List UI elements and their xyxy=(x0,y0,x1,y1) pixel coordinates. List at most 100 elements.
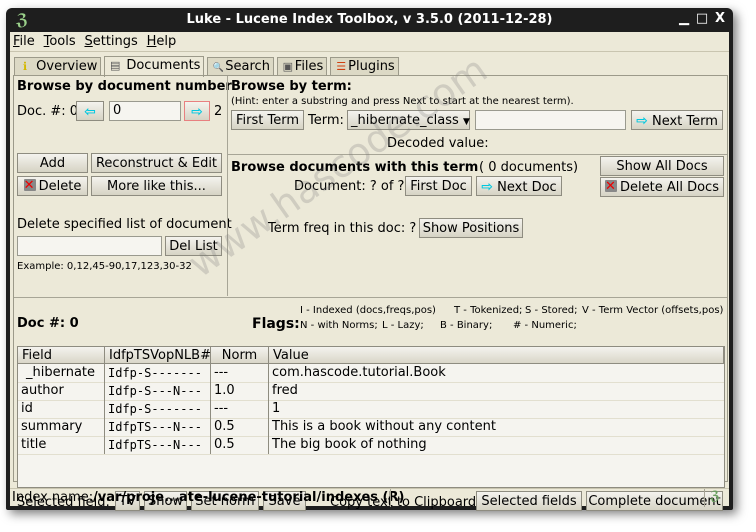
menu-help-label: elp xyxy=(156,34,177,49)
title-bar[interactable]: ℨ Luke - Lucene Index Toolbox, v 3.5.0 (… xyxy=(6,8,733,32)
field-value: The big book of nothing xyxy=(272,437,427,452)
term-doc-count: ( 0 documents) xyxy=(479,160,579,175)
reconstruct-edit-button[interactable]: Reconstruct & Edit xyxy=(91,153,222,173)
fields-table[interactable]: Field IdfpTSVopNLB# Norm Value _hibernat… xyxy=(17,346,725,488)
chevron-down-icon: ▼ xyxy=(462,117,470,127)
documents-panel: Browse by document number Doc. #: 0 ⇦ 0 … xyxy=(13,75,728,511)
menu-help-mnemonic: H xyxy=(146,34,157,49)
status-separator xyxy=(704,489,705,507)
tab-files[interactable]: ▣ Files xyxy=(276,57,328,76)
menu-file-label: ile xyxy=(19,34,35,49)
doc-number-input[interactable]: 0 xyxy=(109,101,181,121)
decoded-value-label: Decoded value: xyxy=(387,136,489,151)
field-norm: 0.5 xyxy=(211,436,269,454)
field-flags: Idfp-S---N--- xyxy=(105,382,211,400)
close-button[interactable]: X xyxy=(712,11,728,27)
field-norm: 0.5 xyxy=(211,418,269,436)
column-header-field[interactable]: Field xyxy=(18,347,105,364)
browse-doc-heading: Browse by document number xyxy=(17,79,232,94)
browse-term-hint: (Hint: enter a substring and press Next … xyxy=(231,96,574,107)
arrow-left-icon: ⇦ xyxy=(84,104,96,120)
show-positions-button[interactable]: Show Positions xyxy=(419,218,523,238)
overview-icon: ℹ xyxy=(22,60,28,73)
table-row[interactable]: summary IdfpTS---N--- 0.5 This is a book… xyxy=(18,418,724,437)
trash-icon xyxy=(23,176,36,196)
delete-list-label: Delete specified list of document xyxy=(17,217,232,232)
flag-stored: S - Stored; xyxy=(525,305,578,316)
delete-list-example: Example: 0,12,45-90,17,123,30-32 xyxy=(17,261,192,272)
browse-term-heading: Browse by term: xyxy=(231,79,352,94)
menu-help[interactable]: Help xyxy=(144,32,179,49)
flag-indexed: I - Indexed (docs,freqs,pos) xyxy=(300,305,436,316)
tab-search[interactable]: 🔍Search xyxy=(207,57,274,76)
documents-icon: ▤ xyxy=(109,59,121,72)
field-value: This is a book without any content xyxy=(272,419,496,434)
flag-binary: B - Binary; xyxy=(440,320,493,331)
flags-label: Flags: xyxy=(252,316,300,332)
term-input[interactable] xyxy=(475,110,626,130)
doc-info-number: Doc #: 0 xyxy=(17,316,79,331)
del-list-button[interactable]: Del List xyxy=(165,236,222,256)
column-header-value[interactable]: Value xyxy=(269,347,724,364)
maximize-button[interactable]: □ xyxy=(694,11,710,27)
arrow-right-icon: ⇨ xyxy=(191,104,203,120)
field-flags: Idfp-S------- xyxy=(105,400,211,418)
more-like-this-button[interactable]: More like this... xyxy=(91,176,222,196)
flag-norms: N - with Norms; xyxy=(300,320,378,331)
field-value: com.hascode.tutorial.Book xyxy=(272,365,446,380)
menu-tools-label: ools xyxy=(49,34,76,49)
menu-settings-mnemonic: S xyxy=(84,34,93,49)
tab-overview[interactable]: ℹ Overview xyxy=(14,57,102,76)
menu-tools[interactable]: Tools xyxy=(41,32,78,49)
first-doc-button[interactable]: First Doc xyxy=(405,176,472,196)
tab-plugins-label: Plugins xyxy=(348,59,395,74)
max-doc-label: 2 xyxy=(214,104,223,119)
tab-bar: ℹ Overview ▤ Documents 🔍Search ▣ Files ☰ P… xyxy=(14,55,399,77)
field-value: fred xyxy=(272,383,298,398)
vertical-separator xyxy=(227,76,228,296)
first-term-button[interactable]: First Term xyxy=(231,110,304,130)
show-all-docs-button[interactable]: Show All Docs xyxy=(600,156,724,176)
window-title: Luke - Lucene Index Toolbox, v 3.5.0 (20… xyxy=(186,12,553,27)
menu-file[interactable]: File xyxy=(10,32,37,49)
column-header-flags[interactable]: IdfpTSVopNLB# xyxy=(105,347,211,364)
prev-doc-button[interactable]: ⇦ xyxy=(76,101,104,121)
next-term-label: Next Term xyxy=(651,114,718,129)
trash-icon xyxy=(605,177,617,197)
minimize-button[interactable]: ▁ xyxy=(676,11,692,27)
client-area: File Tools Settings Help ℹ Overview ▤ Do… xyxy=(10,32,729,511)
field-norm: 1.0 xyxy=(211,382,269,400)
flag-lazy: L - Lazy; xyxy=(382,320,424,331)
next-term-button[interactable]: ⇨ Next Term xyxy=(631,110,723,130)
add-button[interactable]: Add xyxy=(17,153,88,173)
arrow-right-icon: ⇨ xyxy=(636,113,648,129)
next-doc-term-button[interactable]: ⇨ Next Doc xyxy=(476,176,562,196)
column-header-norm[interactable]: Norm xyxy=(211,347,269,364)
table-row[interactable]: id Idfp-S------- --- 1 xyxy=(18,400,724,419)
delete-list-input[interactable] xyxy=(17,236,162,256)
tab-overview-label: Overview xyxy=(36,59,98,74)
table-row[interactable]: author Idfp-S---N--- 1.0 fred xyxy=(18,382,724,401)
term-field-value: _hibernate_class xyxy=(351,113,459,128)
table-row[interactable]: _hibernate Idfp-S------- --- com.hascode… xyxy=(18,364,724,383)
field-name: id xyxy=(18,400,105,418)
status-bar: Index name: /var/proje...ate-lucene-tuto… xyxy=(10,488,729,507)
luke-status-icon: ℨ xyxy=(710,489,720,504)
field-flags: IdfpTS---N--- xyxy=(105,436,211,454)
menu-settings[interactable]: Settings xyxy=(81,32,139,49)
index-name-label: Index name: xyxy=(12,490,94,505)
term-field-select[interactable]: _hibernate_class ▼ xyxy=(347,110,470,130)
field-name: title xyxy=(18,436,105,454)
field-flags: IdfpTS---N--- xyxy=(105,418,211,436)
next-doc-button[interactable]: ⇨ xyxy=(184,101,210,121)
doc-number-label: Doc. #: 0 xyxy=(17,104,79,119)
browse-docs-term-heading: Browse documents with this term xyxy=(231,160,479,175)
delete-button[interactable]: Delete xyxy=(17,176,88,196)
delete-all-docs-button[interactable]: Delete All Docs xyxy=(600,177,724,197)
menu-settings-label: ettings xyxy=(92,34,138,49)
tab-plugins[interactable]: ☰ Plugins xyxy=(330,57,399,76)
table-row[interactable]: title IdfpTS---N--- 0.5 The big book of … xyxy=(18,436,724,455)
field-name: author xyxy=(18,382,105,400)
tab-documents[interactable]: ▤ Documents xyxy=(104,56,205,77)
field-value: 1 xyxy=(272,401,281,416)
